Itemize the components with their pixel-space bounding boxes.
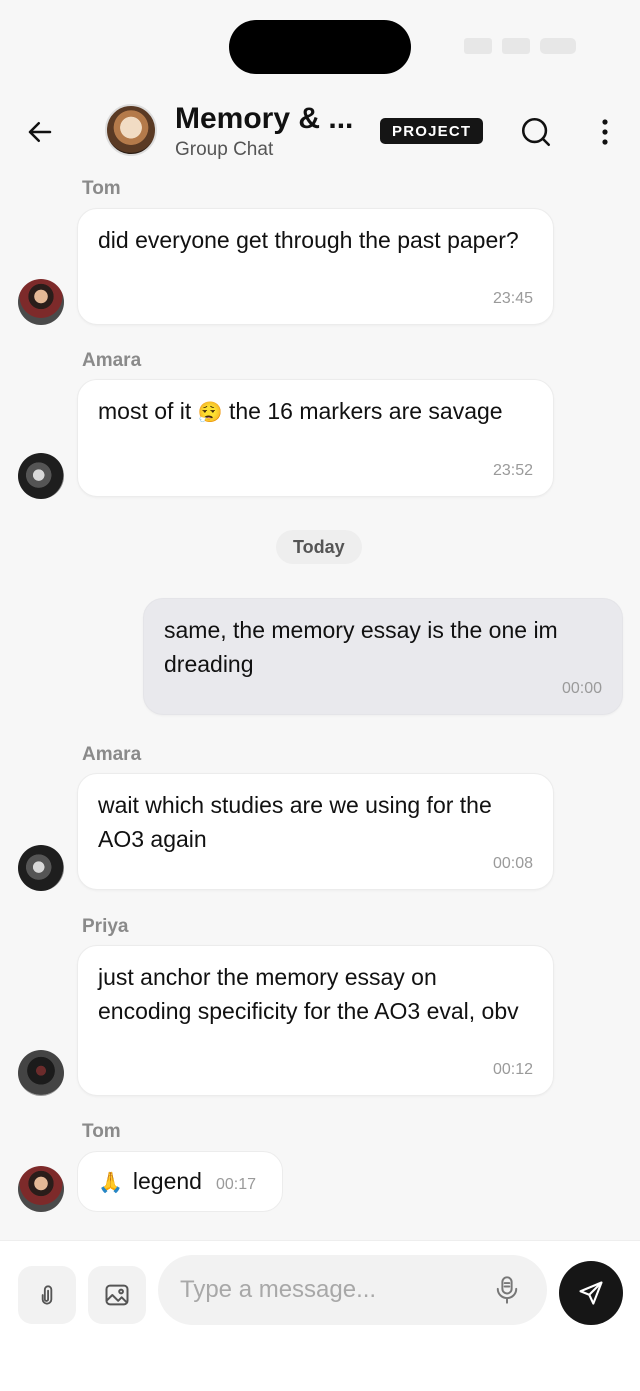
avatar-amara[interactable] [18,453,64,499]
message-text-part: the 16 markers are savage [229,398,503,424]
more-vertical-icon [602,119,608,145]
image-icon [105,1284,129,1306]
day-separator: Today [276,530,362,564]
paperclip-icon [41,1285,53,1305]
message-bubble[interactable]: just anchor the memory essay on encoding… [77,945,554,1096]
dynamic-island [229,20,411,74]
message-time: 00:00 [561,680,602,697]
sender-name: Tom [82,1121,121,1142]
attach-button[interactable] [18,1266,76,1324]
message-input-box[interactable] [158,1255,547,1325]
message-text: same, the memory essay is the one im dre… [164,617,558,677]
my-message-bubble[interactable]: same, the memory essay is the one im dre… [143,598,623,715]
more-options-button[interactable] [590,112,620,152]
chat-title[interactable]: Memory & ... [175,102,353,136]
message-text: did everyone get through the past paper? [98,227,519,253]
message-text: just anchor the memory essay on encoding… [98,964,519,1024]
message-input[interactable] [180,1255,480,1325]
message-bubble[interactable]: wait which studies are we using for the … [77,773,554,890]
message-time: 00:08 [492,855,533,872]
signal-icon [464,38,492,54]
search-button[interactable] [516,112,556,152]
avatar-priya[interactable] [18,1050,64,1096]
status-icons [464,38,576,54]
message-time: 23:52 [492,462,533,479]
message-bubble[interactable]: did everyone get through the past paper?… [77,208,554,325]
group-avatar[interactable] [105,104,157,156]
search-icon [521,117,551,147]
battery-icon [540,38,576,54]
message-bubble[interactable]: most of it 😮‍💨 the 16 markers are savage… [77,379,554,497]
sender-name: Tom [82,178,121,199]
message-time: 00:17 [215,1176,257,1193]
message-text: legend [132,1168,202,1194]
folded-hands-emoji: 🙏 [98,1172,123,1194]
message-time: 00:12 [492,1061,533,1078]
avatar-amara[interactable] [18,845,64,891]
status-time: 09:41 [86,34,143,59]
send-icon [579,1281,603,1305]
status-bar: 09:41 [0,0,640,90]
message-text: wait which studies are we using for the … [98,792,492,852]
mic-button[interactable] [489,1272,525,1308]
exhale-emoji: 😮‍💨 [197,401,223,424]
send-button[interactable] [559,1261,623,1325]
image-button[interactable] [88,1266,146,1324]
wifi-icon [502,38,530,54]
message-text-part: most of it [98,398,192,424]
message-text: most of it 😮‍💨 the 16 markers are savage [98,394,533,430]
sender-name: Amara [82,350,142,371]
avatar-tom[interactable] [18,1166,64,1212]
chat-subtitle: Group Chat [175,139,274,160]
message-bubble[interactable]: 🙏 legend 00:17 [77,1151,283,1212]
avatar-tom[interactable] [18,279,64,325]
message-composer [0,1240,640,1391]
project-badge: PROJECT [380,118,484,144]
message-time: 23:45 [492,290,533,307]
back-button[interactable] [22,114,58,150]
chat-header: Memory & ... Group Chat PROJECT [0,90,640,176]
arrow-left-icon [28,122,52,142]
sender-name: Priya [82,916,129,937]
sender-name: Amara [82,744,142,765]
microphone-icon [496,1276,518,1304]
